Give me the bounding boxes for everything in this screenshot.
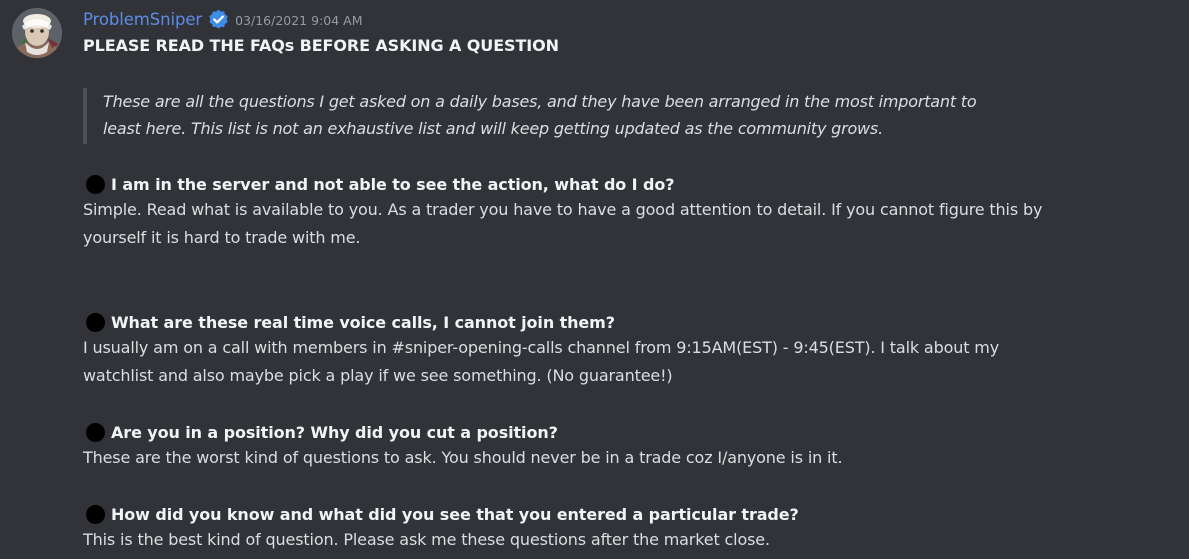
faq-answer-line: yourself it is hard to trade with me. (83, 227, 361, 247)
faq-answer-line: watchlist and also maybe pick a play if … (83, 365, 673, 385)
faq-item: I am in the server and not able to see t… (83, 172, 1173, 251)
faq-question: I am in the server and not able to see t… (83, 172, 1173, 196)
faq-question-text: How did you know and what did you see th… (111, 504, 799, 524)
black-circle-icon (86, 312, 105, 332)
faq-answer-line: Simple. Read what is available to you. A… (83, 200, 1043, 219)
quote-line: These are all the questions I get asked … (103, 92, 977, 111)
faq-item: How did you know and what did you see th… (83, 502, 1173, 554)
black-circle-icon (86, 174, 105, 194)
avatar-image (12, 8, 62, 58)
message-title: PLEASE READ THE FAQs BEFORE ASKING A QUE… (83, 36, 559, 55)
faq-answer-line: I usually am on a call with members in #… (83, 338, 1000, 357)
faq-answer-line: This is the best kind of question. Pleas… (83, 530, 770, 549)
avatar[interactable] (12, 8, 62, 58)
verified-badge-icon (208, 9, 229, 30)
faq-question: What are these real time voice calls, I … (83, 310, 1173, 334)
chat-message: ProblemSniper 03/16/2021 9:04 AM PLEASE … (0, 0, 1189, 559)
faq-item: What are these real time voice calls, I … (83, 310, 1173, 389)
quote-line: least here. This list is not an exhausti… (103, 119, 883, 138)
author-name[interactable]: ProblemSniper (83, 10, 202, 29)
black-circle-icon (86, 504, 105, 524)
faq-question: Are you in a position? Why did you cut a… (83, 420, 1173, 444)
faq-question-text: Are you in a position? Why did you cut a… (111, 422, 558, 442)
faq-question-text: I am in the server and not able to see t… (111, 174, 675, 194)
block-quote: These are all the questions I get asked … (83, 88, 1063, 144)
faq-question-text: What are these real time voice calls, I … (111, 312, 615, 332)
faq-item: Are you in a position? Why did you cut a… (83, 420, 1173, 472)
message-header: ProblemSniper 03/16/2021 9:04 AM (83, 7, 363, 31)
faq-answer-line: These are the worst kind of questions to… (83, 448, 843, 467)
message-timestamp[interactable]: 03/16/2021 9:04 AM (235, 13, 362, 28)
black-circle-icon (86, 422, 105, 442)
faq-question: How did you know and what did you see th… (83, 502, 1173, 526)
